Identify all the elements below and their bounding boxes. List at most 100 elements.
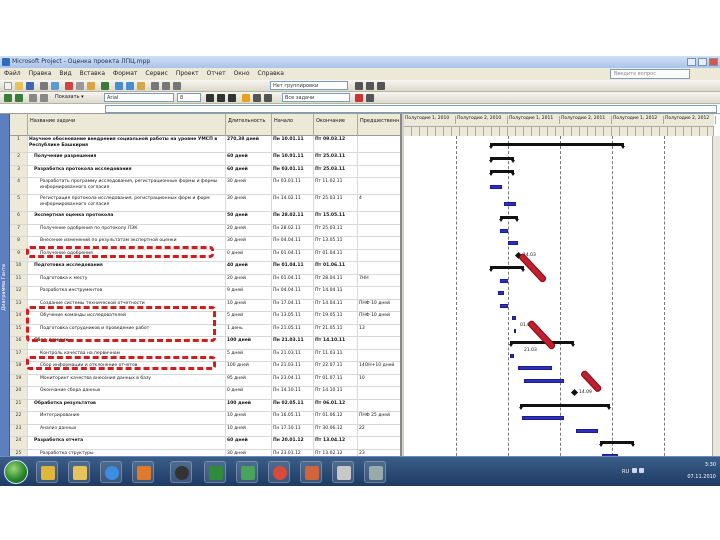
table-row[interactable]: 10 Подготовка исследования 40 дней Пн 01.04… <box>10 262 400 275</box>
summary-bar[interactable] <box>489 157 515 164</box>
cell-end[interactable]: Пт 11.03.11 <box>314 349 358 361</box>
cell-name[interactable]: Подготовка к месту <box>28 274 226 286</box>
cell-predecessors[interactable]: 13 <box>358 325 400 337</box>
cell-end[interactable]: Пт 25.03.11 <box>314 165 358 177</box>
cell-end[interactable]: Пт 13.05.11 <box>314 237 358 249</box>
font-size-select[interactable]: 8 <box>177 93 201 102</box>
table-row[interactable]: 22 Интегрирование 10 дней Пн 16.05.11 Пт 01.… <box>10 412 400 425</box>
col-start-header[interactable]: Начало <box>272 114 314 136</box>
cell-end[interactable]: Пт 25.03.11 <box>314 224 358 236</box>
task-notes-icon[interactable] <box>162 82 170 90</box>
col-pred-header[interactable]: Предшественн <box>358 114 400 136</box>
cell-id[interactable]: 12 <box>10 287 28 299</box>
cell-duration[interactable]: 270,38 дней <box>226 136 272 152</box>
cell-duration[interactable]: 5 дней <box>226 349 272 361</box>
cell-duration[interactable]: 20 дней <box>226 274 272 286</box>
menu-format[interactable]: Формат <box>109 68 141 80</box>
tray-lang[interactable]: RU <box>622 469 629 475</box>
task-bar[interactable] <box>576 428 598 433</box>
bold-icon[interactable] <box>206 94 214 102</box>
cell-predecessors[interactable] <box>358 400 400 412</box>
show-dropdown[interactable]: Показать ▾ <box>55 94 84 100</box>
table-row[interactable]: 20 Окончание сбора данных 0 дней Пн 14.10.1… <box>10 387 400 400</box>
cell-start[interactable]: Пн 02.05.11 <box>272 399 314 411</box>
milestone-diamond[interactable] <box>570 389 579 397</box>
taskbar-chrome-icon[interactable] <box>268 461 290 483</box>
cell-name[interactable]: Мониторинг качества внесения данных в ба… <box>28 374 226 386</box>
cell-end[interactable]: Пт 14.04.11 <box>314 299 358 311</box>
cell-start[interactable]: Пн 28.02.11 <box>272 224 314 236</box>
cell-start[interactable]: Пн 04.04.11 <box>272 237 314 249</box>
menu-view[interactable]: Вид <box>55 68 75 80</box>
summary-bar[interactable] <box>489 266 525 273</box>
cell-predecessors[interactable] <box>358 250 400 262</box>
cell-predecessors[interactable]: ПНФ 25 дней <box>358 412 400 424</box>
group-by-select[interactable]: Нет группировки <box>270 81 348 90</box>
cell-start[interactable]: Пн 10.01.11 <box>272 153 314 165</box>
cell-start[interactable]: Пн 13.05.11 <box>272 312 314 324</box>
cell-id[interactable]: 19 <box>10 374 28 386</box>
cell-duration[interactable]: 30 дней <box>226 195 272 211</box>
cell-start[interactable]: Пн 03.01.11 <box>272 178 314 194</box>
align-left-icon[interactable] <box>242 94 250 102</box>
taskbar-powerpoint-icon[interactable] <box>300 461 322 483</box>
col-end-header[interactable]: Окончание <box>314 114 358 136</box>
autofilter-icon[interactable] <box>355 94 363 102</box>
cell-start[interactable]: Пн 16.05.11 <box>272 412 314 424</box>
cell-end[interactable]: Пт 01.04.11 <box>314 249 358 261</box>
table-row[interactable]: 21 Обработка результатов 100 дней Пн 02.05.… <box>10 399 400 412</box>
cell-predecessors[interactable] <box>358 237 400 249</box>
taskbar-ie-icon[interactable] <box>100 461 122 483</box>
task-info-icon[interactable] <box>151 82 159 90</box>
cell-id[interactable]: 10 <box>10 262 28 274</box>
cell-id[interactable]: 4 <box>10 178 28 194</box>
link-tasks-icon[interactable] <box>115 82 123 90</box>
col-duration-header[interactable]: Длительность <box>226 114 272 136</box>
cell-duration[interactable]: 50 дней <box>226 212 272 224</box>
cell-start[interactable]: Пн 20.01.12 <box>272 437 314 449</box>
cell-name[interactable]: Получение разрешения <box>28 153 226 165</box>
cell-predecessors[interactable] <box>358 153 400 165</box>
cell-duration[interactable]: 40 дней <box>226 262 272 274</box>
table-row[interactable]: 19 Мониторинг качества внесения данных в … <box>10 374 400 387</box>
zoom-in-icon[interactable] <box>355 82 363 90</box>
task-bar[interactable] <box>500 278 508 283</box>
summary-bar[interactable] <box>499 216 519 223</box>
task-bar[interactable] <box>518 366 552 371</box>
cell-id[interactable]: 11 <box>10 274 28 286</box>
table-row[interactable]: 3 Разработка протокола исследования 60 дне… <box>10 165 400 178</box>
cell-name[interactable]: Разработка протокола исследования <box>28 165 226 177</box>
cell-predecessors[interactable] <box>358 350 400 362</box>
underline-icon[interactable] <box>228 94 236 102</box>
cell-name[interactable]: Получение одобрения по протоколу ЛЭК <box>28 224 226 236</box>
cell-end[interactable]: Пт 09.03.12 <box>314 136 358 152</box>
cell-duration[interactable]: 60 дней <box>226 437 272 449</box>
cell-duration[interactable]: 100 дней <box>226 362 272 374</box>
paste-icon[interactable] <box>87 82 95 90</box>
cell-end[interactable]: Пт 06.01.12 <box>314 399 358 411</box>
cell-end[interactable]: Пт 30.06.12 <box>314 424 358 436</box>
cell-predecessors[interactable]: 4 <box>358 195 400 211</box>
cell-name[interactable]: Разработка отчета <box>28 437 226 449</box>
menu-project[interactable]: Проект <box>172 68 203 80</box>
cell-predecessors[interactable] <box>358 136 400 152</box>
undo-icon[interactable] <box>101 82 109 90</box>
taskbar-app-icon[interactable] <box>364 461 386 483</box>
cell-duration[interactable]: 10 дней <box>226 412 272 424</box>
system-tray-icons[interactable]: RU <box>622 468 652 476</box>
cell-duration[interactable]: 60 дней <box>226 153 272 165</box>
save-icon[interactable] <box>26 82 34 90</box>
assign-resources-icon[interactable] <box>173 82 181 90</box>
cell-start[interactable]: Пн 10.01.11 <box>272 136 314 152</box>
cell-id[interactable]: 5 <box>10 195 28 211</box>
table-row[interactable]: 5 Регистрация протокола исследования, рег… <box>10 195 400 212</box>
taskbar-excel-icon[interactable] <box>204 461 226 483</box>
maximize-icon[interactable] <box>698 58 707 66</box>
copy-icon[interactable] <box>76 82 84 90</box>
task-bar[interactable] <box>522 416 564 421</box>
align-center-icon[interactable] <box>253 94 261 102</box>
hide-subtasks-icon[interactable] <box>40 94 48 102</box>
print-icon[interactable] <box>40 82 48 90</box>
help-search-input[interactable]: Введите вопрос <box>610 69 690 79</box>
summary-bar[interactable] <box>489 142 625 149</box>
